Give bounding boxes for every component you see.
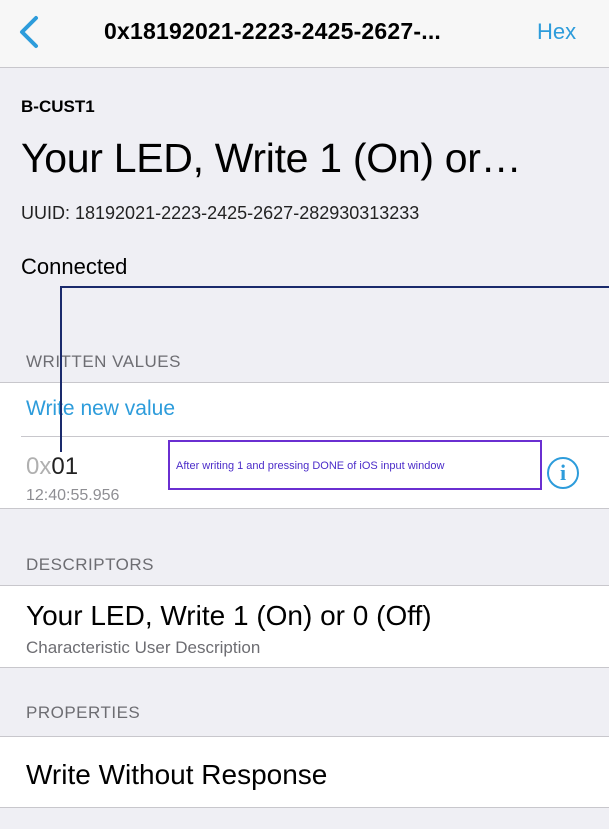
row-divider bbox=[21, 436, 609, 437]
value-text: 01 bbox=[51, 453, 79, 480]
hex-toggle-button[interactable]: Hex bbox=[537, 19, 576, 45]
annotation-box: After writing 1 and pressing DONE of iOS… bbox=[168, 440, 542, 490]
navigation-bar: 0x18192021-2223-2425-2627-... Hex bbox=[0, 0, 609, 68]
descriptor-type: Characteristic User Description bbox=[26, 638, 261, 657]
uuid-label: UUID: 18192021-2223-2425-2627-2829303132… bbox=[21, 203, 420, 223]
written-value: 0x01 bbox=[26, 453, 78, 481]
descriptor-value: Your LED, Write 1 (On) or 0 (Off) bbox=[26, 600, 432, 631]
info-icon[interactable]: i bbox=[547, 457, 579, 489]
connection-status: Connected bbox=[21, 254, 128, 279]
property-item: Write Without Response bbox=[26, 759, 328, 790]
service-name: B-CUST1 bbox=[21, 97, 95, 116]
value-timestamp: 12:40:55.956 bbox=[26, 487, 120, 504]
characteristic-title: Your LED, Write 1 (On) or… bbox=[21, 135, 522, 181]
section-header-written-values: WRITTEN VALUES bbox=[26, 352, 181, 371]
write-new-value-link[interactable]: Write new value bbox=[26, 397, 175, 421]
back-button[interactable] bbox=[14, 14, 50, 50]
section-header-descriptors: DESCRIPTORS bbox=[26, 555, 154, 574]
value-prefix: 0x bbox=[26, 453, 52, 480]
section-header-properties: PROPERTIES bbox=[26, 703, 141, 722]
properties-group: Write Without Response bbox=[0, 736, 609, 808]
chevron-left-icon bbox=[20, 16, 38, 48]
nav-title: 0x18192021-2223-2425-2627-... bbox=[104, 18, 442, 44]
descriptors-group: Your LED, Write 1 (On) or 0 (Off) Charac… bbox=[0, 585, 609, 668]
annotation-text: After writing 1 and pressing DONE of iOS… bbox=[176, 460, 445, 472]
